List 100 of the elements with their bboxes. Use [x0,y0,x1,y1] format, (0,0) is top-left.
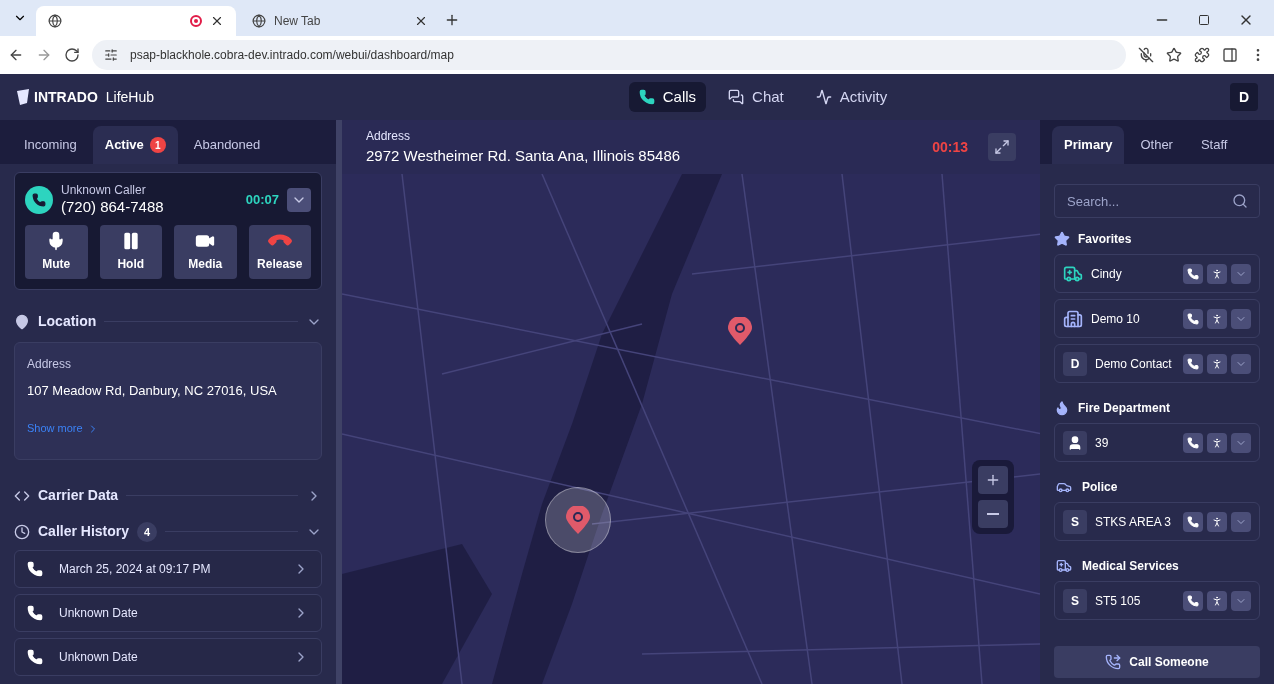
group-title: Medical Services [1082,558,1179,575]
call-button[interactable] [1183,263,1203,284]
history-item[interactable]: March 25, 2024 at 09:17 PM [14,549,322,588]
transfer-button[interactable] [1207,511,1227,532]
zoom-in-button[interactable] [978,466,1008,494]
address-text: 107 Meadow Rd, Danbury, NC 27016, USA [27,381,278,400]
person-icon [1211,312,1223,325]
call-button[interactable] [1183,590,1203,611]
history-item[interactable]: Unknown Date [14,593,322,632]
nav-tab[interactable]: Chat [718,82,794,112]
phone-icon [32,192,46,207]
bookmark-icon[interactable] [1166,47,1182,63]
ambulance-icon [1054,558,1074,574]
user-avatar[interactable]: D [1230,83,1258,111]
maximize-icon[interactable] [1198,14,1210,26]
tab[interactable]: Active 1 [92,126,178,164]
call-button[interactable] [1183,511,1203,532]
new-tab-icon[interactable] [444,12,460,28]
call-button[interactable] [1183,353,1203,374]
phone-icon [638,89,655,105]
call-action-button[interactable]: Release [248,224,311,279]
contact-name: STKS AREA 3 [1095,513,1173,531]
map-pin[interactable] [566,506,590,534]
side-panel-icon[interactable] [1222,47,1238,63]
contact-row[interactable]: Demo 10 [1054,299,1260,338]
contact-row[interactable]: S STKS AREA 3 [1054,502,1260,541]
minus-icon [987,513,999,515]
call-someone-button[interactable]: Call Someone [1054,646,1260,678]
group-title: Fire Department [1078,400,1171,417]
close-icon[interactable] [210,14,224,28]
search-field[interactable]: Search... [1054,184,1260,218]
call-action-button[interactable]: Mute [25,224,88,279]
contact-name: Cindy [1091,265,1123,283]
transfer-button[interactable] [1207,263,1227,284]
person-icon [1211,594,1223,607]
address-text: 2972 Westheimer Rd. Santa Ana, Illinois 85486 [366,145,681,166]
extensions-icon[interactable] [1194,47,1210,63]
transfer-button[interactable] [1207,308,1227,329]
caller-name: Unknown Caller [61,183,147,198]
site-settings-icon[interactable] [104,48,118,62]
forward-icon[interactable] [36,47,52,63]
person-icon [1211,357,1223,370]
contact-row[interactable]: D Demo Contact [1054,344,1260,383]
call-action-button[interactable]: Hold [99,224,162,279]
expand-icon [994,139,1010,155]
phone-number: (720) 864-7488 [61,198,164,217]
nav-tab[interactable]: Activity [805,82,898,112]
building-icon [1063,308,1083,329]
phone-icon [27,560,43,577]
reload-icon[interactable] [64,47,80,63]
contact-row[interactable]: S ST5 105 [1054,581,1260,620]
logo-text: INTRADO [34,87,98,107]
transfer-button[interactable] [1207,432,1227,453]
call-timer: 00:13 [932,137,968,157]
tab[interactable]: Staff [1188,126,1240,164]
section-title: Location [38,312,97,332]
contact-row[interactable]: Cindy [1054,254,1260,293]
count-badge: 1 [149,137,166,153]
contact-name: Demo Contact [1095,355,1173,373]
expand-button[interactable] [988,133,1016,161]
transfer-button[interactable] [1207,590,1227,611]
group-title: Favorites [1078,231,1132,248]
phone-icon [1187,594,1199,607]
tab[interactable]: Incoming [12,126,89,164]
phone-icon [1187,312,1199,325]
tab[interactable]: Abandoned [181,126,273,164]
activity-icon [815,89,832,105]
contact-row[interactable]: 39 [1054,423,1260,462]
history-item[interactable]: Unknown Date [14,637,322,676]
call-action-button[interactable]: Media [174,224,237,279]
contact-initial: S [1063,509,1087,534]
star-icon [1054,231,1070,247]
zoom-out-button[interactable] [978,500,1008,528]
scrollbar[interactable] [336,120,342,684]
contact-name: ST5 105 [1095,592,1142,610]
globe-icon [48,14,62,28]
chat-icon [728,89,745,105]
nav-tab[interactable]: Calls [628,82,707,112]
call-button[interactable] [1183,432,1203,453]
phone-icon [27,604,43,621]
tab[interactable]: Other [1128,126,1185,164]
browser-tab[interactable]: New Tab [240,6,440,36]
contact-initial: S [1063,588,1087,613]
flame-icon [1054,400,1070,416]
tab[interactable]: Primary [1052,126,1125,164]
field-label: Address [27,355,73,373]
phone-icon [1187,436,1199,449]
address-bar[interactable]: psap-blackhole.cobra-dev.intrado.com/webui/dashboard/map [92,40,1126,70]
contact-name: 39 [1095,434,1110,452]
map-pin[interactable] [728,317,752,345]
call-button[interactable] [1183,308,1203,329]
close-icon[interactable] [414,14,428,28]
dropdown-button[interactable] [287,187,311,212]
map-pin-icon [14,313,30,330]
microphone-icon[interactable] [1138,47,1154,63]
search-icon [1232,193,1248,209]
phone-icon [27,648,43,665]
transfer-button[interactable] [1207,353,1227,374]
phone-icon [1187,357,1199,370]
back-icon[interactable] [8,47,24,63]
